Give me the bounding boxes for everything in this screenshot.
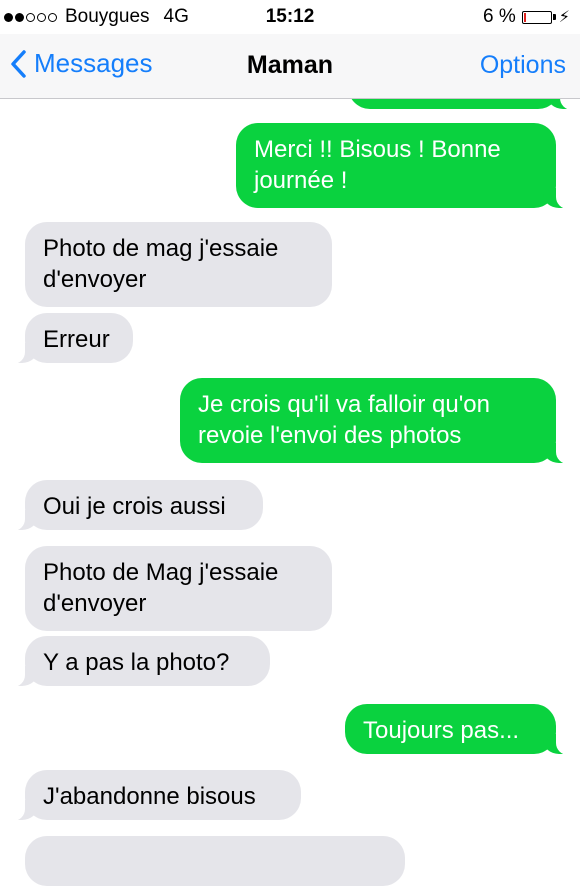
message-bubble-sent[interactable]: Toujours pas... [345, 704, 580, 755]
message-bubble-sent[interactable]: Merci !! Bisous ! Bonne journée ! [236, 123, 580, 209]
message-bubble-received[interactable]: J'abandonne bisous [0, 770, 301, 821]
message-text: Photo de Mag j'essaie d'envoyer [43, 559, 279, 617]
message-bubble-received[interactable]: Oui je crois aussi [0, 480, 263, 531]
message-text: Erreur [43, 326, 110, 353]
message-bubble-received[interactable]: Photo de Mag j'essaie d'envoyer [25, 546, 332, 631]
chevron-left-icon [11, 49, 26, 78]
battery-level [523, 12, 526, 22]
message-bubble-received[interactable]: Y a pas la photo? [0, 636, 270, 687]
message-text: Toujours pas... [363, 717, 520, 744]
status-bar: Bouygues 4G 15:12 6 % ⚡ [0, 0, 580, 34]
message-text: Photo de mag j'essaie d'envoyer [43, 235, 279, 293]
message-bubble-sent[interactable]: Je crois qu'il va falloir qu'on revoie l… [180, 378, 580, 464]
message-text: Merci !! Bisous ! Bonne journée ! [254, 136, 501, 194]
battery-percent: 6 % [483, 6, 516, 27]
navigation-bar: Messages Maman Options [0, 34, 580, 99]
options-button[interactable]: Options [480, 51, 566, 80]
message-text: Je crois qu'il va falloir qu'on revoie l… [198, 391, 490, 449]
lightning-bolt-icon: ⚡ [558, 9, 570, 26]
message-bubble-received[interactable] [25, 836, 405, 886]
conversation[interactable]: Merci !! Bisous ! Bonne journée ! Photo … [0, 0, 580, 886]
back-button-label: Messages [34, 48, 153, 78]
message-text: Y a pas la photo? [43, 649, 230, 676]
message-text: J'abandonne bisous [43, 783, 256, 810]
back-button[interactable]: Messages [10, 48, 153, 79]
status-right: 6 % ⚡ [483, 6, 570, 28]
battery-icon [521, 10, 552, 24]
message-text: Oui je crois aussi [43, 493, 226, 520]
message-bubble-received[interactable]: Erreur [0, 313, 133, 364]
battery-tip [552, 14, 556, 20]
message-bubble-received[interactable]: Photo de mag j'essaie d'envoyer [25, 222, 332, 307]
